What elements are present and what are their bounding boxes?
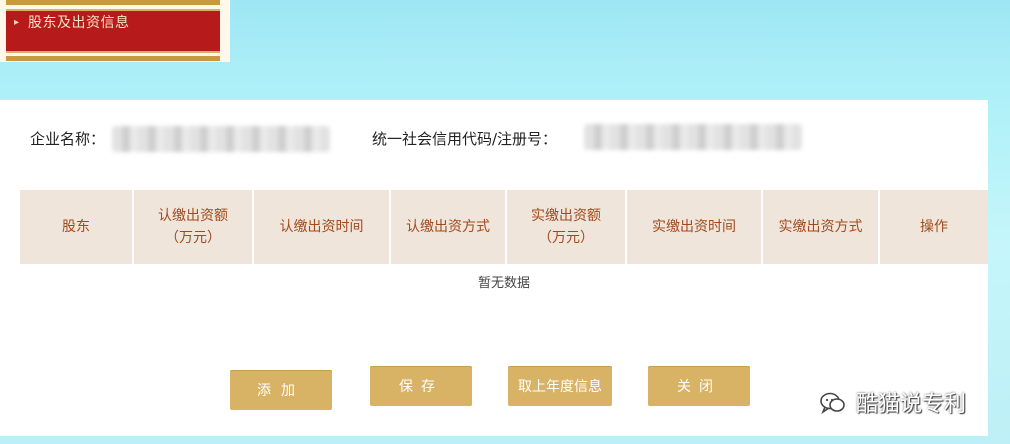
banner-title: 股东及出资信息 — [28, 15, 130, 31]
credit-code-value-redacted — [584, 124, 802, 150]
add-button[interactable]: 添加 — [230, 370, 332, 410]
banner-top-border — [6, 0, 220, 5]
wechat-icon — [820, 392, 845, 414]
company-name-label: 企业名称： — [30, 130, 106, 148]
column-header-subscribed-method: 认缴出资方式 — [390, 190, 507, 264]
column-header-paid-date: 实缴出资时间 — [626, 190, 763, 264]
table-header-row: 股东 认缴出资额 （万元） 认缴出资时间 认缴出资方式 实缴出资额 （万元） 实… — [20, 190, 988, 264]
column-header-paid-amount: 实缴出资额 （万元） — [506, 190, 627, 264]
save-button[interactable]: 保存 — [370, 366, 472, 406]
column-header-subscribed-amount: 认缴出资额 （万元） — [133, 190, 254, 264]
empty-state-text: 暂无数据 — [477, 276, 530, 291]
watermark-text: 酷猫说专利 — [856, 392, 967, 417]
watermark: 酷猫说专利 — [820, 384, 1000, 420]
credit-code-label: 统一社会信用代码/注册号： — [372, 130, 558, 148]
company-info-row: 企业名称： 统一社会信用代码/注册号： — [0, 100, 988, 172]
column-header-subscribed-date: 认缴出资时间 — [253, 190, 391, 264]
banner-bottom-border — [6, 56, 220, 61]
close-button[interactable]: 关闭 — [648, 366, 750, 406]
section-banner: ▸ 股东及出资信息 — [0, 0, 230, 62]
column-header-actions: 操作 — [879, 190, 988, 264]
company-name-value-redacted — [112, 126, 330, 152]
shareholder-table: 股东 认缴出资额 （万元） 认缴出资时间 认缴出资方式 实缴出资额 （万元） 实… — [20, 190, 988, 264]
column-header-paid-method: 实缴出资方式 — [762, 190, 880, 264]
column-header-shareholder: 股东 — [20, 190, 134, 264]
fetch-last-year-button[interactable]: 取上年度信息 — [508, 366, 612, 406]
banner-arrow-icon: ▸ — [14, 17, 20, 28]
